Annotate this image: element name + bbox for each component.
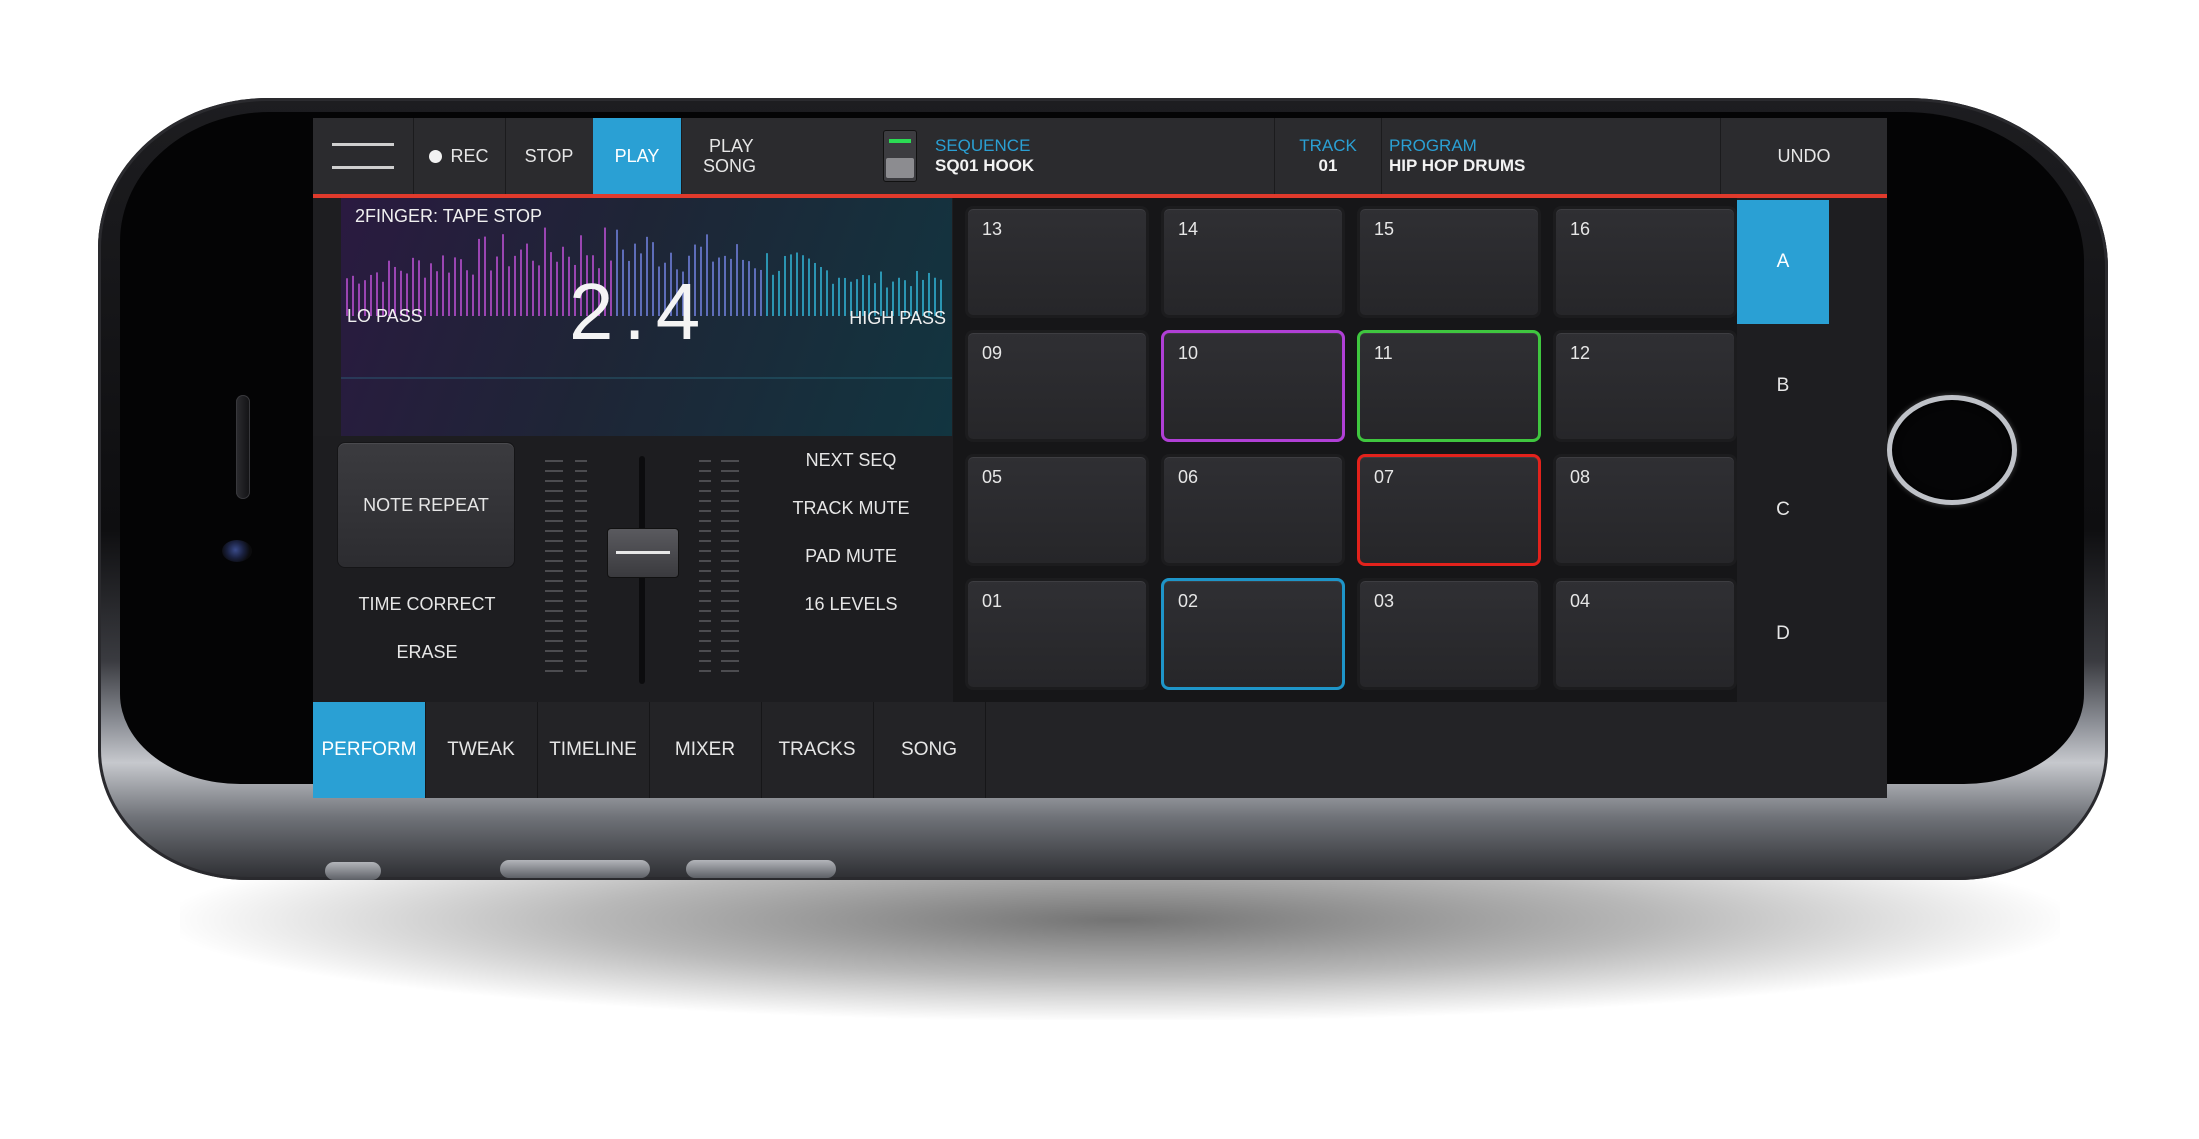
tab-perform[interactable]: PERFORM: [313, 702, 426, 798]
play-song-label-1: PLAY: [709, 136, 754, 156]
toggle-knob: [886, 158, 914, 178]
bank-button-a[interactable]: A: [1737, 200, 1829, 324]
rec-label: REC: [450, 145, 489, 166]
slider-ticks-right-inner: [699, 460, 711, 680]
drum-pad[interactable]: 05: [965, 454, 1149, 566]
tab-timeline[interactable]: TIMELINE: [537, 702, 650, 798]
undo-label: UNDO: [1777, 145, 1831, 166]
volume-up-button[interactable]: [500, 860, 650, 878]
drum-pad[interactable]: 11: [1357, 330, 1541, 442]
play-song-label-2: SONG: [703, 156, 757, 176]
drum-pad-label: 16: [1570, 219, 1591, 239]
track-label: TRACK: [1299, 136, 1357, 155]
drum-pad-label: 15: [1374, 219, 1395, 239]
drum-pad-label: 03: [1374, 591, 1395, 611]
filter-xy-pad[interactable]: 2FINGER: TAPE STOP 2.4 LO PASS HIGH PASS: [341, 198, 952, 436]
drum-pad-label: 10: [1178, 343, 1199, 363]
sequence-label: SEQUENCE: [935, 136, 1031, 155]
app-screen: REC STOP PLAY PLAY SONG SEQUENCE SQ01 HO…: [313, 118, 1887, 798]
drum-pad-label: 09: [982, 343, 1003, 363]
note-repeat-label: NOTE REPEAT: [363, 494, 489, 515]
bank-button-c[interactable]: C: [1737, 448, 1829, 572]
bank-button-d[interactable]: D: [1737, 572, 1829, 696]
toggle-led-icon: [889, 139, 911, 143]
drum-pad-label: 06: [1178, 467, 1199, 487]
pad-bank-selector: ABCD: [1737, 198, 1887, 702]
drum-pad-label: 13: [982, 219, 1003, 239]
filter-title: 2FINGER: TAPE STOP: [355, 206, 543, 226]
tab-mixer[interactable]: MIXER: [649, 702, 762, 798]
drum-pad[interactable]: 08: [1553, 454, 1737, 566]
drum-pad[interactable]: 14: [1161, 206, 1345, 318]
high-pass-label: HIGH PASS: [849, 308, 946, 328]
play-song-button[interactable]: PLAY SONG: [681, 118, 871, 194]
drum-pad[interactable]: 04: [1553, 578, 1737, 690]
program-value: HIP HOP DRUMS: [1389, 156, 1526, 175]
drum-pad[interactable]: 02: [1161, 578, 1345, 690]
volume-down-button[interactable]: [686, 860, 836, 878]
hamburger-icon-line: [332, 166, 394, 169]
tab-tweak[interactable]: TWEAK: [425, 702, 538, 798]
top-bar: REC STOP PLAY PLAY SONG SEQUENCE SQ01 HO…: [313, 118, 1887, 198]
drum-pad[interactable]: 07: [1357, 454, 1541, 566]
drum-pad[interactable]: 01: [965, 578, 1149, 690]
next-seq-button[interactable]: NEXT SEQ: [751, 450, 951, 471]
program-label: PROGRAM: [1389, 136, 1477, 155]
note-repeat-button[interactable]: NOTE REPEAT: [337, 442, 515, 568]
drum-pad-label: 04: [1570, 591, 1591, 611]
drum-pad[interactable]: 10: [1161, 330, 1345, 442]
drum-pad[interactable]: 13: [965, 206, 1149, 318]
slider-ticks-left-inner: [575, 460, 587, 680]
drum-pad-label: 14: [1178, 219, 1199, 239]
performance-controls: NOTE REPEAT TIME CORRECT ERASE NEXT SEQ …: [313, 436, 953, 702]
drum-pad-label: 11: [1374, 343, 1393, 363]
play-label: PLAY: [614, 145, 660, 166]
drum-pad[interactable]: 16: [1553, 206, 1737, 318]
drum-pad[interactable]: 03: [1357, 578, 1541, 690]
sequence-value: SQ01 HOOK: [935, 156, 1035, 175]
front-camera-icon: [222, 540, 252, 562]
play-button[interactable]: PLAY: [593, 118, 682, 194]
menu-button[interactable]: [313, 118, 414, 194]
drum-pad-label: 07: [1374, 467, 1395, 487]
earpiece-speaker: [236, 395, 250, 499]
lo-pass-label: LO PASS: [347, 306, 423, 326]
drum-pad-label: 12: [1570, 343, 1591, 363]
erase-button[interactable]: ERASE: [327, 642, 527, 663]
drum-pad[interactable]: 12: [1553, 330, 1737, 442]
drum-pad-label: 02: [1178, 591, 1199, 611]
track-mute-button[interactable]: TRACK MUTE: [751, 498, 951, 519]
hamburger-icon: [332, 143, 394, 146]
program-selector[interactable]: PROGRAM HIP HOP DRUMS: [1381, 118, 1721, 194]
home-button[interactable]: [1887, 395, 2017, 505]
drum-pad[interactable]: 09: [965, 330, 1149, 442]
stop-label: STOP: [524, 145, 574, 166]
tab-tracks[interactable]: TRACKS: [761, 702, 874, 798]
slider-ticks-left: [545, 460, 563, 680]
drum-pad-label: 01: [982, 591, 1003, 611]
bank-button-b[interactable]: B: [1737, 324, 1829, 448]
slider-ticks-right: [721, 460, 739, 680]
undo-button[interactable]: UNDO: [1721, 118, 1887, 194]
bottom-tab-bar: PERFORM TWEAK TIMELINE MIXER TRACKS SONG: [313, 702, 1887, 798]
play-song-toggle[interactable]: [883, 130, 917, 182]
rec-button[interactable]: REC: [413, 118, 506, 194]
drum-pad-label: 08: [1570, 467, 1591, 487]
pad-mute-button[interactable]: PAD MUTE: [751, 546, 951, 567]
stop-button[interactable]: STOP: [505, 118, 594, 194]
sixteen-levels-button[interactable]: 16 LEVELS: [751, 594, 951, 615]
drum-pad[interactable]: 06: [1161, 454, 1345, 566]
track-value: 01: [1318, 156, 1338, 175]
filter-value: 2.4: [569, 267, 711, 356]
mute-switch[interactable]: [325, 862, 381, 880]
drum-pad-label: 05: [982, 467, 1003, 487]
drum-pad[interactable]: 15: [1357, 206, 1541, 318]
drum-pad-grid: 13 14 15 16 09 10 11 12 05 06 07 08 01 02 03 04: [953, 198, 1737, 702]
track-selector[interactable]: TRACK 01: [1275, 118, 1382, 194]
level-slider-handle[interactable]: [607, 528, 679, 578]
sequence-selector[interactable]: SEQUENCE SQ01 HOOK: [925, 118, 1275, 194]
tab-song[interactable]: SONG: [873, 702, 986, 798]
record-dot-icon: [429, 149, 443, 163]
time-correct-button[interactable]: TIME CORRECT: [327, 594, 527, 615]
